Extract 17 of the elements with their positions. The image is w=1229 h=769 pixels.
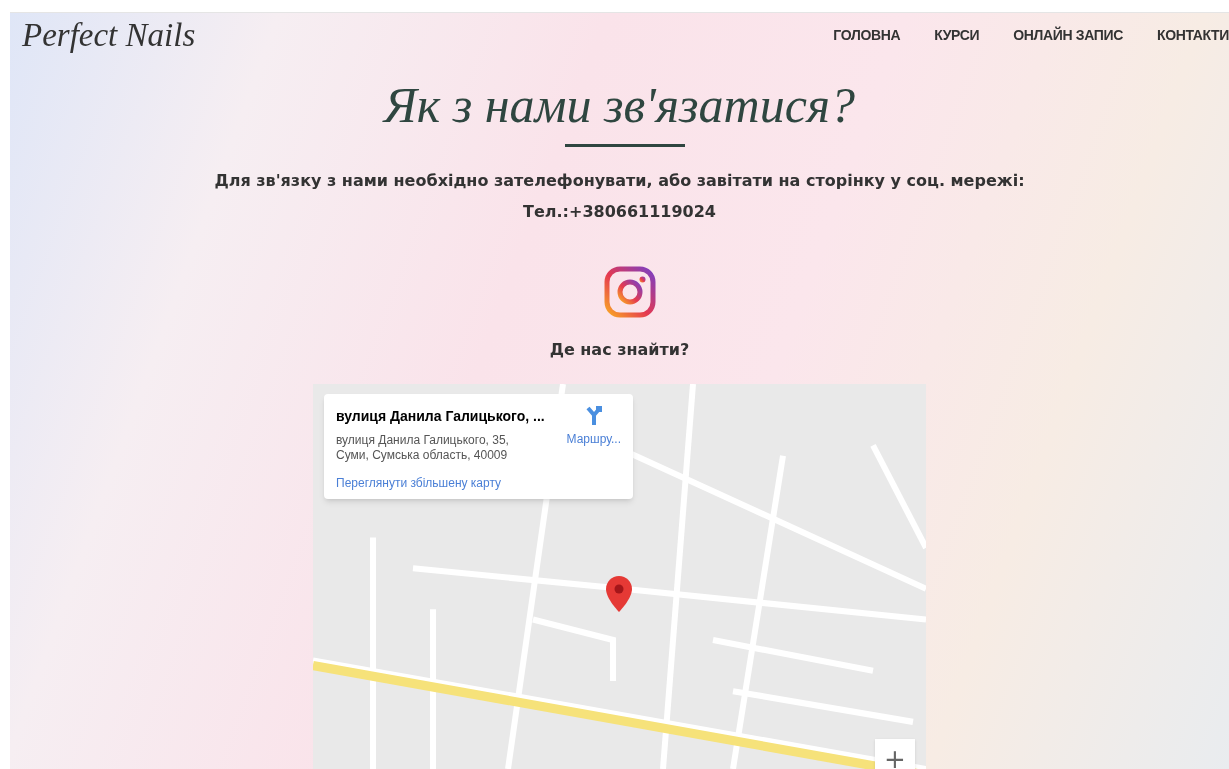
map-view[interactable]: вулиця Данила Галицького, ... вулиця Данила Галицького, 35, Суми, Сумська область, 40009 Переглянути збільшену карту Маршру... +	[313, 384, 926, 769]
map-pin-icon	[606, 576, 632, 612]
nav-link[interactable]: КОНТАКТИ	[1156, 25, 1229, 46]
phone-number: Тел.:+380661119024	[523, 201, 716, 223]
larger-map-link[interactable]: Переглянути збільшену карту	[336, 474, 545, 492]
place-address: вулиця Данила Галицького, 35, Суми, Сумська область, 40009	[336, 433, 510, 463]
section-heading: Де нас знайти?	[549, 339, 690, 361]
nav-link[interactable]: ОНЛАЙН ЗАПИС	[1013, 25, 1123, 46]
place-title: вулиця Данила Галицького, ...	[336, 407, 545, 426]
nav-link[interactable]: ГОЛОВНА	[833, 25, 901, 46]
contact-intro-text: Для зв'язку з нами необхідно зателефонувати, або завітати на сторінку у соц. мережі:	[214, 170, 1025, 192]
zoom-in-button[interactable]: +	[875, 739, 915, 769]
instagram-icon[interactable]	[603, 266, 656, 318]
page-title: Як з нами зв'язатися?	[383, 80, 856, 130]
site-logo[interactable]: Perfect Nails	[22, 19, 196, 52]
directions-button[interactable]: Маршру...	[566, 406, 621, 452]
nav-link[interactable]: КУРСИ	[934, 25, 980, 46]
